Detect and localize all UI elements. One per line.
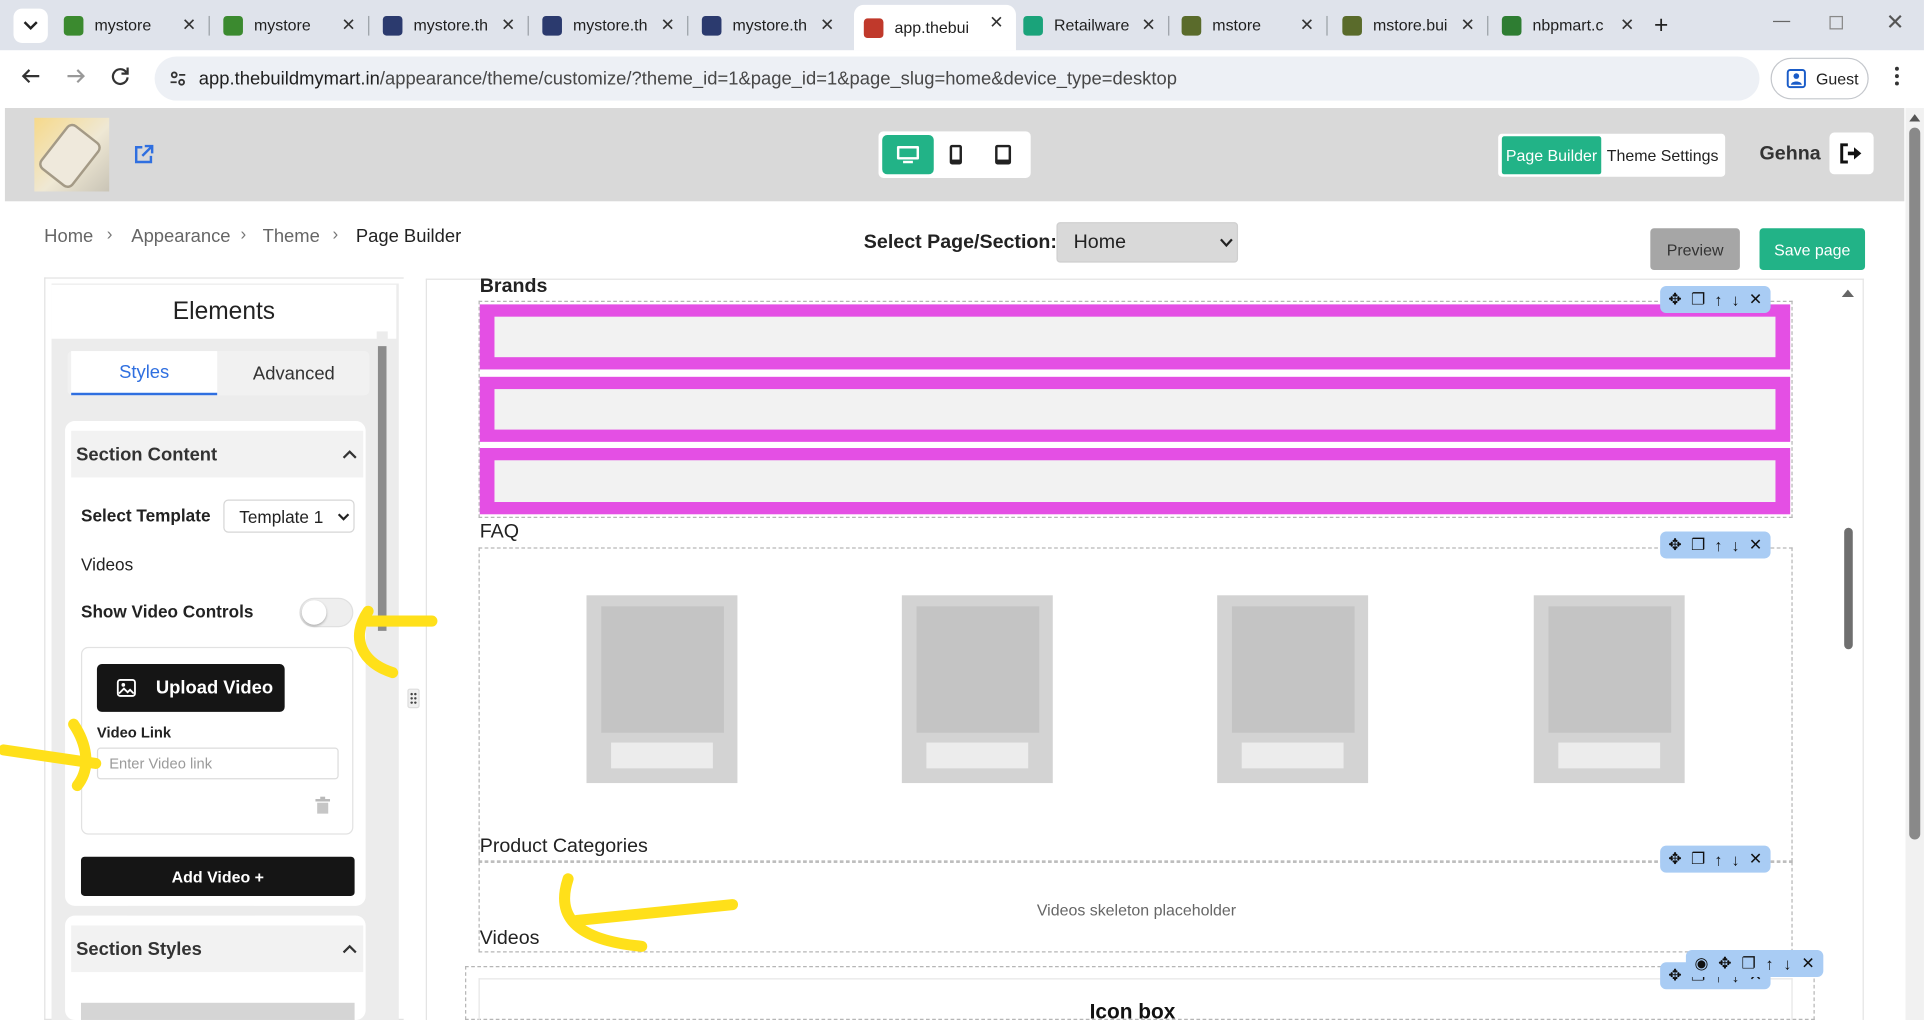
annotation-arrow-toggle <box>353 605 438 679</box>
annotation-overlay <box>0 605 739 952</box>
annotation-arrow-videos-section <box>559 873 739 952</box>
annotation-arrow-video-link <box>0 718 102 792</box>
